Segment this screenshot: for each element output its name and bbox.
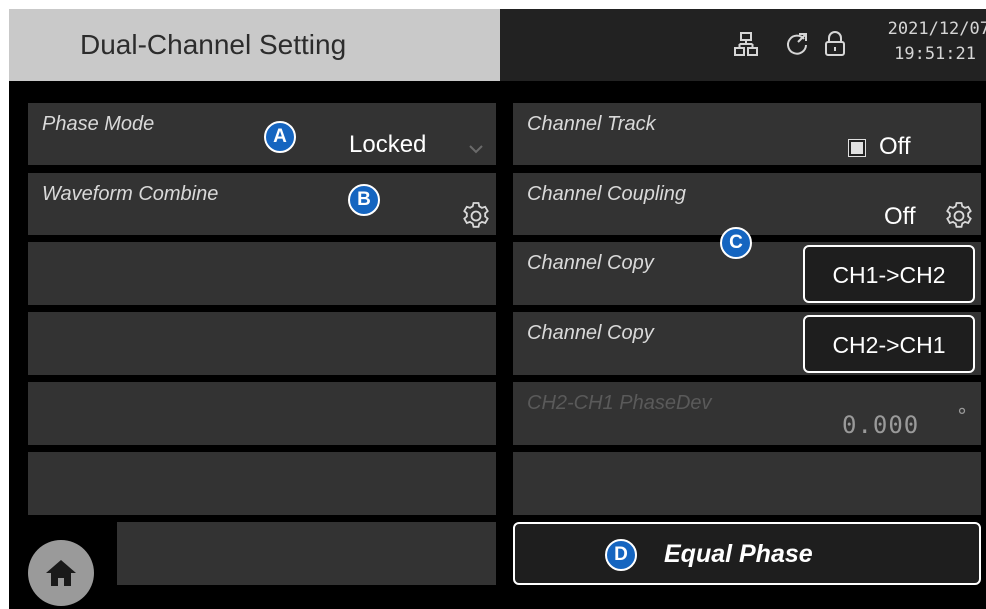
phase-dev-unit: ° (956, 404, 970, 428)
channel-copy-panel: Channel Copy CH2->CH1 (513, 312, 981, 375)
phase-dev-label: CH2-CH1 PhaseDev (527, 392, 712, 414)
channel-coupling-panel[interactable]: Channel Coupling Off (513, 173, 981, 235)
callout-badge-d: D (605, 539, 637, 571)
home-button[interactable] (28, 540, 94, 606)
network-icon (734, 32, 758, 56)
chevron-down-icon (469, 145, 483, 154)
callout-badge-c: C (720, 227, 752, 259)
status-bar: 2021/12/07 19:51:21 (500, 9, 986, 81)
empty-panel (28, 382, 496, 445)
equal-phase-button[interactable]: Equal Phase (513, 522, 981, 585)
empty-panel (28, 452, 496, 515)
empty-panel (117, 522, 496, 585)
gear-icon[interactable] (943, 200, 975, 232)
channel-track-value: Off (879, 133, 911, 160)
empty-panel (28, 312, 496, 375)
phase-dev-panel: CH2-CH1 PhaseDev 0.000 ° (513, 382, 981, 445)
home-icon (46, 560, 76, 586)
phase-mode-label: Phase Mode (42, 113, 155, 135)
channel-copy-label: Channel Copy (527, 322, 654, 344)
screen: Dual-Channel Setting 2021/12/07 19:51:21… (9, 9, 986, 609)
empty-panel (28, 242, 496, 305)
channel-track-panel[interactable]: Channel Track Off (513, 103, 981, 165)
time-display: 19:51:21 (894, 44, 976, 64)
ch2-to-ch1-button[interactable]: CH2->CH1 (803, 315, 975, 373)
waveform-combine-label: Waveform Combine (42, 183, 219, 205)
title-bar: Dual-Channel Setting (9, 9, 500, 81)
phase-mode-panel[interactable]: Phase Mode Locked (28, 103, 496, 165)
equal-phase-label: Equal Phase (664, 540, 813, 568)
gear-icon[interactable] (460, 200, 492, 232)
empty-panel (513, 452, 981, 515)
channel-coupling-value: Off (884, 203, 916, 230)
channel-track-label: Channel Track (527, 113, 656, 135)
phase-mode-value: Locked (349, 131, 427, 158)
ch1-to-ch2-button[interactable]: CH1->CH2 (803, 245, 975, 303)
phase-dev-value: 0.000 (842, 411, 920, 439)
callout-badge-a: A (264, 121, 296, 153)
sync-icon (787, 33, 807, 55)
page-title: Dual-Channel Setting (80, 29, 347, 60)
waveform-combine-panel[interactable]: Waveform Combine (28, 173, 496, 235)
callout-badge-b: B (348, 184, 380, 216)
date-display: 2021/12/07 (887, 19, 986, 39)
channel-copy-label: Channel Copy (527, 252, 654, 274)
channel-coupling-label: Channel Coupling (527, 183, 687, 205)
lock-icon (825, 31, 845, 56)
checkbox-icon[interactable] (848, 139, 866, 157)
